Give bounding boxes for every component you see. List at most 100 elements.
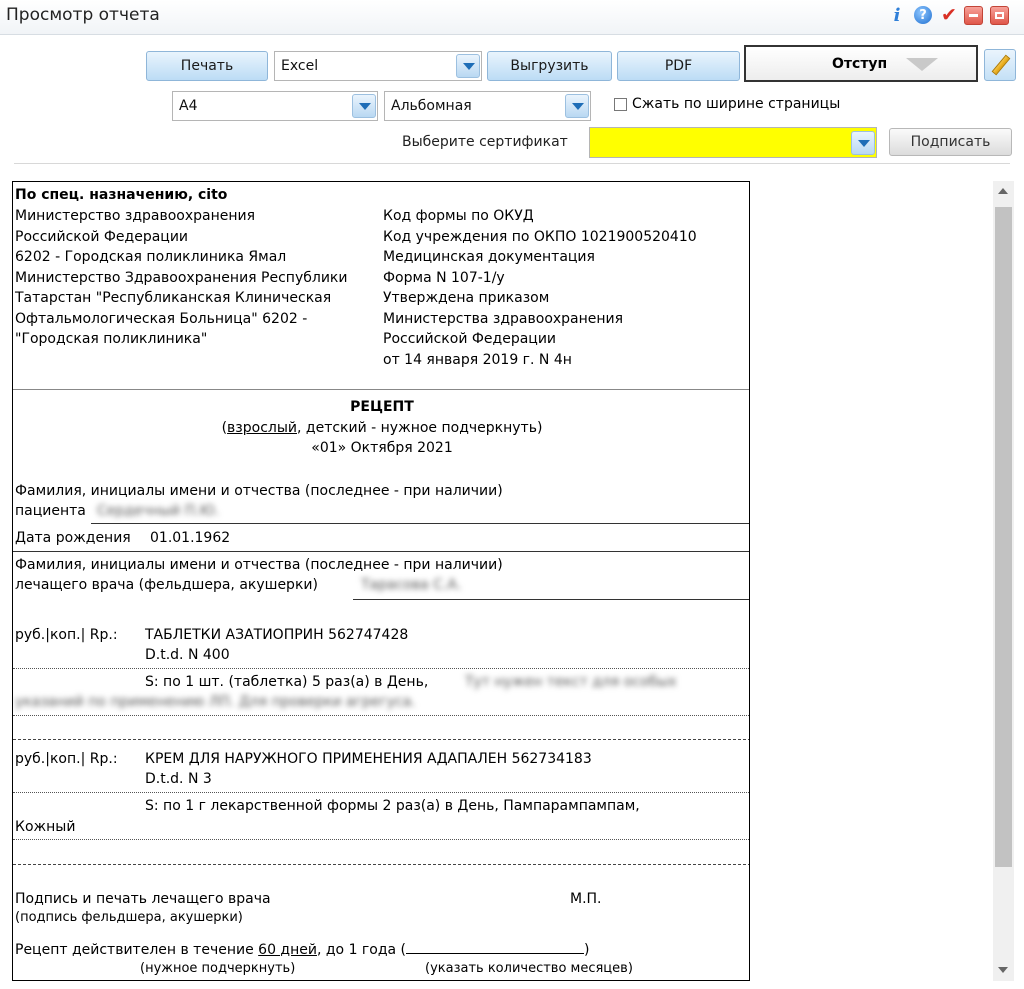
months-blank xyxy=(406,939,585,954)
validity-days: 60 дней xyxy=(258,942,317,958)
form-info-line: Код формы по ОКУД xyxy=(383,208,534,224)
info-icon[interactable]: i xyxy=(888,5,906,26)
rx1-dotted-line xyxy=(13,715,749,716)
scroll-thumb[interactable] xyxy=(995,207,1012,867)
form-info-line: Министерства здравоохранения xyxy=(383,310,624,327)
pdf-button[interactable]: PDF xyxy=(617,51,740,81)
format-select-value: Excel xyxy=(281,58,319,74)
form-info-line: Код учреждения по ОКПО 1021900520410 xyxy=(383,228,697,245)
rx2-dotted-line xyxy=(13,839,749,840)
rx-separator xyxy=(13,864,749,865)
validity-suffix: , до 1 года ( xyxy=(316,942,407,958)
scroll-down-icon[interactable] xyxy=(998,967,1008,973)
divider xyxy=(14,163,1010,164)
rx1-drug-name: ТАБЛЕТКИ АЗАТИОПРИН 562747428 xyxy=(145,627,409,643)
institution-line: Министерство здравоохранения xyxy=(15,208,256,224)
fit-width-label: Сжать по ширине страницы xyxy=(632,96,841,112)
institution-line: Российской Федерации xyxy=(15,228,189,245)
print-button[interactable]: Печать xyxy=(146,51,268,81)
export-button[interactable]: Выгрузить xyxy=(487,51,612,81)
scroll-up-icon[interactable] xyxy=(998,188,1008,194)
rx1-signa-extra: Тут нужен текст для особых xyxy=(465,674,677,690)
form-info-line: Утверждена приказом xyxy=(383,290,550,306)
header-separator xyxy=(13,389,749,390)
birth-date-value: 01.01.1962 xyxy=(150,530,231,546)
indent-button[interactable]: Отступ xyxy=(744,45,978,82)
form-info-line: Медицинская документация xyxy=(383,249,595,265)
rx2-dotted-line xyxy=(13,792,749,793)
triangle-down-icon xyxy=(906,58,938,71)
chevron-down-icon[interactable] xyxy=(565,94,589,118)
institution-line: Министерство Здравоохранения Республики xyxy=(15,269,348,286)
certificate-select[interactable] xyxy=(589,127,877,158)
birth-date-label: Дата рождения xyxy=(15,530,131,546)
indent-label: Отступ xyxy=(832,56,888,72)
fit-width-option[interactable]: Сжать по ширине страницы xyxy=(614,96,840,112)
patient-type-rest: , детский - нужное подчеркнуть) xyxy=(297,420,543,436)
recipe-title: РЕЦЕПТ xyxy=(350,399,414,415)
format-select[interactable]: Excel xyxy=(274,51,482,81)
rx1-prefix: руб.|коп.| Rp.: xyxy=(15,627,118,643)
doctor-name-label-2: лечащего врача (фельдшера, акушерки) xyxy=(15,577,318,593)
rx2-drug-name: КРЕМ ДЛЯ НАРУЖНОГО ПРИМЕНЕНИЯ АДАПАЛЕН 5… xyxy=(145,751,592,767)
validity-prefix: Рецепт действителен в течение xyxy=(15,942,259,958)
rx1-signa: S: по 1 шт. (таблетка) 5 раз(а) в День, xyxy=(145,674,429,690)
patient-name-label: Фамилия, инициалы имени и отчества (посл… xyxy=(15,483,503,499)
orientation-value: Альбомная xyxy=(391,98,472,114)
maximize-icon[interactable] xyxy=(990,6,1009,25)
form-info-block: Код формы по ОКУД Код учреждения по ОКПО… xyxy=(383,206,697,370)
institution-line: Татарстан "Республиканская Клиническая xyxy=(15,290,332,306)
window-title: Просмотр отчета xyxy=(6,5,160,25)
fit-width-checkbox[interactable] xyxy=(614,97,627,111)
paper-size-value: А4 xyxy=(179,98,198,114)
vertical-scrollbar[interactable] xyxy=(993,181,1014,981)
rx1-signa-extra-2: указаний по применению ЛП. Для проверки … xyxy=(15,694,416,710)
form-info-line: Форма N 107-1/у xyxy=(383,269,505,286)
check-icon[interactable]: ✔ xyxy=(940,4,958,26)
doctor-name-label: Фамилия, инициалы имени и отчества (посл… xyxy=(15,557,503,573)
patient-type: (взрослый, детский - нужное подчеркнуть) xyxy=(13,418,749,439)
chevron-down-icon[interactable] xyxy=(352,94,376,118)
rx2-dtd: D.t.d. N 3 xyxy=(145,771,212,787)
help-icon[interactable]: ? xyxy=(914,6,932,24)
signature-sub-label: (подпись фельдшера, акушерки) xyxy=(15,910,243,925)
rx2-prefix: руб.|коп.| Rp.: xyxy=(15,751,118,767)
rx2-signa-2: Кожный xyxy=(15,819,76,835)
rx1-dtd: D.t.d. N 400 xyxy=(145,647,230,663)
recipe-date: «01» Октября 2021 xyxy=(311,440,453,456)
orientation-select[interactable]: Альбомная xyxy=(384,91,591,121)
certificate-label: Выберите сертификат xyxy=(402,134,568,150)
validity-note-2: (указать количество месяцев) xyxy=(425,961,633,976)
patient-name-line xyxy=(91,523,749,524)
institution-line: 6202 - Городская поликлиника Ямал xyxy=(15,249,287,265)
patient-name-value: Сердечный П.Ю. xyxy=(97,503,220,519)
stamp-label: М.П. xyxy=(570,891,602,907)
doctor-name-value: Тарасова С.А. xyxy=(361,577,462,593)
patient-type-adult: взрослый xyxy=(227,420,297,436)
rx2-signa: S: по 1 г лекарственной формы 2 раз(а) в… xyxy=(145,798,640,814)
urgency-label: По спец. назначению, cito xyxy=(15,187,228,203)
institution-line: Офтальмологическая Больница" 6202 - xyxy=(15,310,308,327)
validity-line: Рецепт действителен в течение 60 дней, д… xyxy=(15,939,589,961)
sign-button[interactable]: Подписать xyxy=(889,128,1012,156)
form-info-line: Российской Федерации xyxy=(383,331,557,347)
birth-date-line xyxy=(13,551,749,552)
validity-note-1: (нужное подчеркнуть) xyxy=(140,961,296,976)
signature-label: Подпись и печать лечащего врача xyxy=(15,891,271,907)
form-info-line: от 14 января 2019 г. N 4н xyxy=(383,351,572,368)
pencil-icon xyxy=(991,54,1011,76)
institution-block: Министерство здравоохранения Российской … xyxy=(15,206,347,350)
institution-line: "Городская поликлиника" xyxy=(15,331,208,347)
validity-close: ) xyxy=(584,942,590,958)
rx-separator xyxy=(13,739,749,740)
minimize-icon[interactable] xyxy=(964,6,983,25)
edit-button[interactable] xyxy=(984,49,1016,81)
patient-name-label-2: пациента xyxy=(15,503,86,519)
report-document: По спец. назначению, cito Министерство з… xyxy=(12,181,750,981)
doctor-name-line xyxy=(353,599,749,600)
title-bar: Просмотр отчета i ? ✔ xyxy=(0,0,1024,35)
paper-size-select[interactable]: А4 xyxy=(172,91,378,121)
chevron-down-icon[interactable] xyxy=(456,54,480,78)
rx1-dotted-line xyxy=(13,668,749,669)
chevron-down-icon[interactable] xyxy=(851,131,875,155)
